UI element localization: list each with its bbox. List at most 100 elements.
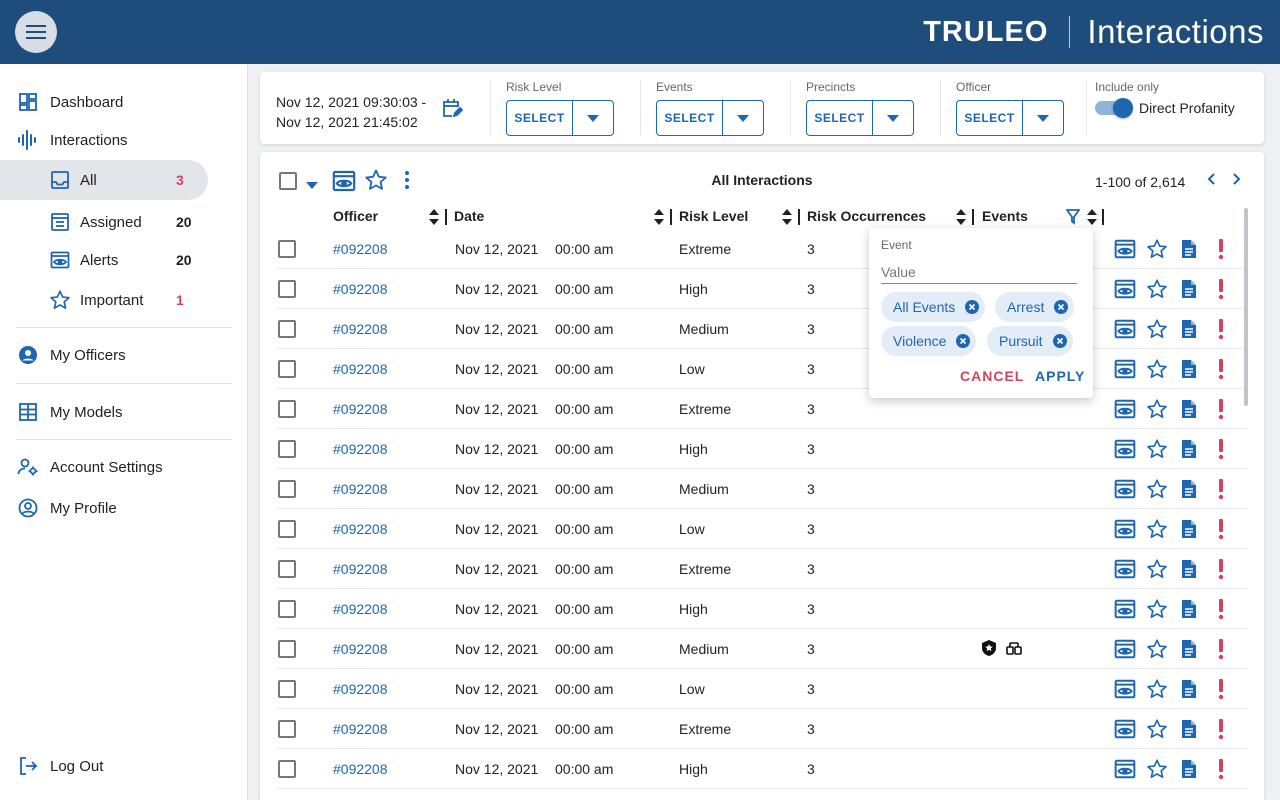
column-divider[interactable] (1102, 209, 1104, 225)
view-interaction-icon[interactable] (1113, 517, 1137, 541)
table-row[interactable]: #092208 Nov 12, 2021 00:00 am High 3 (276, 589, 1247, 629)
precincts-select[interactable]: SELECT (806, 100, 914, 136)
officer-link[interactable]: #092208 (333, 509, 388, 549)
column-header-date[interactable]: Date (454, 208, 484, 224)
table-row[interactable]: #092208 Nov 12, 2021 00:00 am Low 3 (276, 669, 1247, 709)
view-interaction-icon[interactable] (1113, 317, 1137, 341)
edit-calendar-button[interactable] (440, 96, 464, 125)
alert-exclamation-icon[interactable] (1209, 237, 1233, 261)
remove-chip-icon[interactable] (965, 300, 980, 314)
row-checkbox[interactable] (278, 640, 296, 658)
officer-link[interactable]: #092208 (333, 429, 388, 469)
star-icon[interactable] (1145, 677, 1169, 701)
next-page-button[interactable] (1228, 171, 1244, 192)
column-header-risk-occurrences[interactable]: Risk Occurrences (807, 208, 926, 224)
previous-page-button[interactable] (1204, 171, 1220, 192)
sort-icon[interactable] (956, 209, 966, 230)
filter-icon[interactable] (1065, 209, 1081, 230)
view-interaction-icon[interactable] (1113, 237, 1137, 261)
row-checkbox[interactable] (278, 360, 296, 378)
row-checkbox[interactable] (278, 600, 296, 618)
sidebar-item-interactions[interactable]: Interactions (0, 120, 240, 160)
events-select[interactable]: SELECT (656, 100, 764, 136)
transcript-document-icon[interactable] (1177, 437, 1201, 461)
sort-icon[interactable] (782, 209, 792, 230)
date-range[interactable]: Nov 12, 2021 09:30:03 - Nov 12, 2021 21:… (276, 92, 426, 132)
remove-chip-icon[interactable] (956, 334, 971, 348)
row-checkbox[interactable] (278, 440, 296, 458)
officer-link[interactable]: #092208 (333, 349, 388, 389)
chip-arrest[interactable]: Arrest (995, 292, 1075, 322)
star-icon[interactable] (1145, 557, 1169, 581)
menu-button[interactable] (15, 11, 57, 53)
row-checkbox[interactable] (278, 760, 296, 778)
alert-exclamation-icon[interactable] (1209, 597, 1233, 621)
alert-exclamation-icon[interactable] (1209, 757, 1233, 781)
sidebar-item-dashboard[interactable]: Dashboard (0, 82, 240, 122)
sort-icon[interactable] (429, 209, 439, 230)
column-divider[interactable] (972, 209, 974, 225)
column-header-events[interactable]: Events (982, 208, 1028, 224)
officer-link[interactable]: #092208 (333, 389, 388, 429)
row-checkbox[interactable] (278, 560, 296, 578)
transcript-document-icon[interactable] (1177, 717, 1201, 741)
alert-exclamation-icon[interactable] (1209, 637, 1233, 661)
transcript-document-icon[interactable] (1177, 637, 1201, 661)
table-row[interactable]: #092208 Nov 12, 2021 00:00 am Medium 3 (276, 629, 1247, 669)
column-divider[interactable] (798, 209, 800, 225)
row-checkbox[interactable] (278, 280, 296, 298)
star-icon[interactable] (1145, 757, 1169, 781)
star-icon[interactable] (1145, 317, 1169, 341)
alert-exclamation-icon[interactable] (1209, 557, 1233, 581)
officer-link[interactable]: #092208 (333, 549, 388, 589)
chip-violence[interactable]: Violence (881, 326, 977, 356)
officer-link[interactable]: #092208 (333, 309, 388, 349)
sidebar-item-important[interactable]: Important 1 (0, 280, 240, 320)
transcript-document-icon[interactable] (1177, 397, 1201, 421)
transcript-document-icon[interactable] (1177, 757, 1201, 781)
chip-pursuit[interactable]: Pursuit (987, 326, 1073, 356)
officer-link[interactable]: #092208 (333, 709, 388, 749)
apply-button[interactable]: APPLY (1035, 368, 1085, 384)
sort-icon[interactable] (654, 209, 664, 230)
column-divider[interactable] (445, 209, 447, 225)
view-interaction-icon[interactable] (1113, 597, 1137, 621)
table-row[interactable]: #092208 Nov 12, 2021 00:00 am Low 3 (276, 509, 1247, 549)
star-icon[interactable] (1145, 477, 1169, 501)
transcript-document-icon[interactable] (1177, 557, 1201, 581)
table-row[interactable]: #092208 Nov 12, 2021 00:00 am Extreme 3 (276, 229, 1247, 269)
transcript-document-icon[interactable] (1177, 597, 1201, 621)
row-checkbox[interactable] (278, 520, 296, 538)
alert-exclamation-icon[interactable] (1209, 477, 1233, 501)
column-header-officer[interactable]: Officer (333, 208, 378, 224)
view-interaction-icon[interactable] (1113, 717, 1137, 741)
row-checkbox[interactable] (278, 680, 296, 698)
table-row[interactable]: #092208 Nov 12, 2021 00:00 am High 3 (276, 269, 1247, 309)
alert-exclamation-icon[interactable] (1209, 397, 1233, 421)
table-row[interactable]: #092208 Nov 12, 2021 00:00 am Extreme 3 (276, 549, 1247, 589)
table-row[interactable]: #092208 Nov 12, 2021 00:00 am High 3 (276, 429, 1247, 469)
table-row[interactable]: #092208 Nov 12, 2021 00:00 am Extreme 3 (276, 709, 1247, 749)
sidebar-item-my-officers[interactable]: My Officers (0, 335, 240, 375)
officer-link[interactable]: #092208 (333, 749, 388, 789)
transcript-document-icon[interactable] (1177, 477, 1201, 501)
row-checkbox[interactable] (278, 480, 296, 498)
column-divider[interactable] (670, 209, 672, 225)
sidebar-item-alerts[interactable]: Alerts 20 (0, 240, 240, 280)
sort-icon[interactable] (1087, 209, 1097, 230)
table-row[interactable]: #092208 Nov 12, 2021 00:00 am Medium 3 (276, 469, 1247, 509)
transcript-document-icon[interactable] (1177, 277, 1201, 301)
alert-exclamation-icon[interactable] (1209, 277, 1233, 301)
star-icon[interactable] (1145, 237, 1169, 261)
chip-all-events[interactable]: All Events (881, 292, 986, 322)
direct-profanity-toggle[interactable] (1095, 98, 1133, 118)
table-scrollbar[interactable] (1244, 208, 1248, 406)
view-interaction-icon[interactable] (1113, 637, 1137, 661)
view-interaction-icon[interactable] (1113, 677, 1137, 701)
cancel-button[interactable]: CANCEL (960, 368, 1024, 384)
view-interaction-icon[interactable] (1113, 397, 1137, 421)
table-row[interactable]: #092208 Nov 12, 2021 00:00 am Extreme 3 (276, 389, 1247, 429)
row-checkbox[interactable] (278, 400, 296, 418)
alert-exclamation-icon[interactable] (1209, 677, 1233, 701)
officer-link[interactable]: #092208 (333, 669, 388, 709)
